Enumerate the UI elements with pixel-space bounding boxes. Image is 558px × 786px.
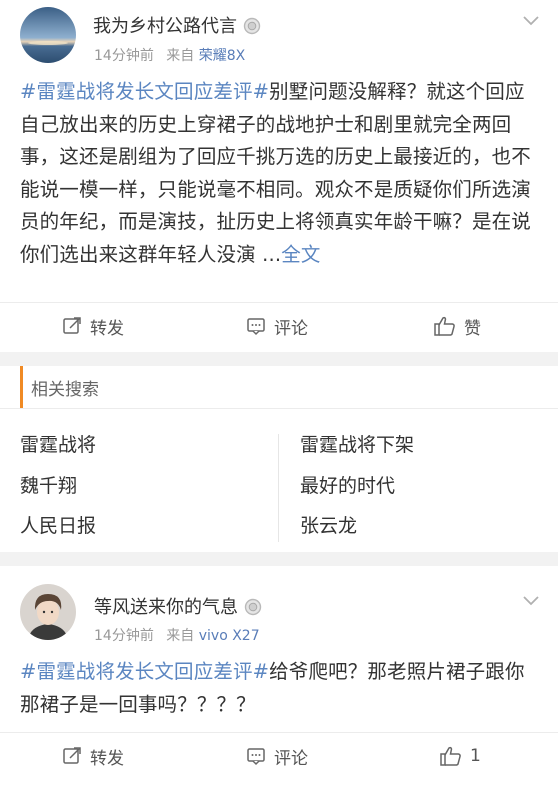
- repost-button[interactable]: 转发: [62, 303, 124, 349]
- username-text[interactable]: 等风送来你的气息: [94, 597, 238, 618]
- post-text: 别墅问题没解释？就这个回应自己放出来的历史上穿裙子的战地护士和剧里就完全两回事，…: [20, 80, 531, 266]
- post-content: #雷霆战将发长文回应差评#别墅问题没解释？就这个回应自己放出来的历史上穿裙子的战…: [20, 76, 538, 272]
- related-search-item[interactable]: 人民日报: [20, 511, 96, 538]
- post-meta: 14分钟前 来自 荣耀8X: [94, 45, 245, 65]
- source-prefix: 来自: [166, 628, 195, 644]
- repost-label: 转发: [90, 318, 124, 339]
- comment-button[interactable]: 评论: [246, 733, 308, 779]
- repost-button[interactable]: 转发: [62, 733, 124, 779]
- divider: [0, 408, 558, 409]
- related-search-item[interactable]: 张云龙: [300, 511, 357, 538]
- like-count: 1: [470, 746, 481, 766]
- post-time: 14分钟前: [94, 628, 154, 644]
- related-search-title: 相关搜索: [20, 366, 99, 408]
- source-prefix: 来自: [166, 48, 195, 64]
- related-search-item[interactable]: 最好的时代: [300, 471, 395, 498]
- comment-button[interactable]: 评论: [246, 303, 308, 349]
- action-bar: 转发 评论 赞: [0, 302, 558, 349]
- repost-label: 转发: [90, 748, 124, 769]
- action-bar: 转发 评论 1: [0, 732, 558, 779]
- hashtag-link[interactable]: #雷霆战将发长文回应差评#: [20, 80, 269, 103]
- column-divider: [278, 434, 279, 542]
- chevron-down-icon[interactable]: [522, 592, 540, 611]
- weibo-post: 我为乡村公路代言 14分钟前 来自 荣耀8X #雷霆战将发长文回应差评#别墅问题…: [0, 0, 558, 352]
- avatar[interactable]: [20, 584, 76, 640]
- expand-full-text-link[interactable]: 全文: [281, 243, 320, 266]
- comment-icon: [247, 318, 265, 336]
- related-search-item[interactable]: 魏千翔: [20, 471, 77, 498]
- like-button[interactable]: 赞: [434, 303, 481, 349]
- repost-icon: [63, 317, 81, 334]
- username[interactable]: 我为乡村公路代言: [93, 12, 261, 40]
- username[interactable]: 等风送来你的气息: [94, 593, 262, 621]
- chevron-down-icon[interactable]: [522, 12, 540, 31]
- avatar[interactable]: [20, 7, 76, 63]
- medal-icon: [244, 598, 262, 621]
- comment-label: 评论: [274, 318, 308, 339]
- device-name[interactable]: 荣耀8X: [199, 48, 246, 64]
- username-text[interactable]: 我为乡村公路代言: [93, 16, 237, 37]
- post-time: 14分钟前: [94, 48, 154, 64]
- repost-icon: [63, 747, 81, 764]
- thumbs-up-icon: [434, 316, 455, 336]
- comment-icon: [247, 748, 265, 766]
- device-name[interactable]: vivo X27: [199, 628, 260, 644]
- post-content: #雷霆战将发长文回应差评#给爷爬吧？那老照片裙子跟你那裙子是一回事吗？？？？: [20, 656, 538, 721]
- related-search-item[interactable]: 雷霆战将: [20, 430, 96, 457]
- comment-label: 评论: [274, 748, 308, 769]
- related-search-panel: 相关搜索 雷霆战将 雷霆战将下架 魏千翔 最好的时代 人民日报 张云龙: [0, 366, 558, 552]
- medal-icon: [243, 17, 261, 40]
- post-meta: 14分钟前 来自 vivo X27: [94, 625, 260, 645]
- like-label: 赞: [464, 318, 481, 339]
- hashtag-link[interactable]: #雷霆战将发长文回应差评#: [20, 660, 269, 683]
- related-search-item[interactable]: 雷霆战将下架: [300, 430, 414, 457]
- weibo-post: 等风送来你的气息 14分钟前 来自 vivo X27 #雷霆战将发长文回应差评#…: [0, 566, 558, 786]
- thumbs-up-icon: [440, 746, 461, 766]
- like-button[interactable]: 1: [440, 733, 481, 779]
